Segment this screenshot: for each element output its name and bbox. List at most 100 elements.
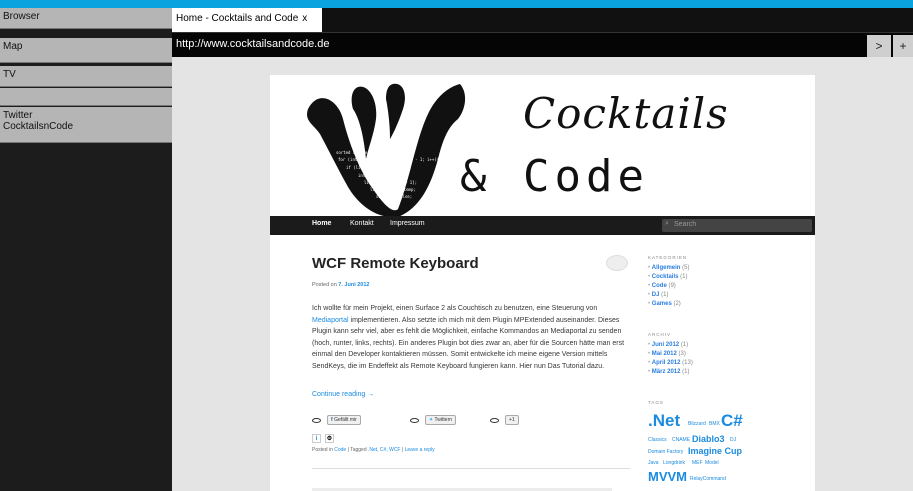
new-tab-button[interactable]: + bbox=[893, 35, 913, 57]
tab-strip: Home - Cocktails and Code x bbox=[172, 8, 913, 32]
tweet-button[interactable]: ✦ Twittern bbox=[425, 415, 457, 425]
post-title[interactable]: WCF Remote Keyboard bbox=[312, 255, 479, 272]
plusone-button[interactable]: +1 bbox=[505, 415, 519, 425]
sidebar-item-browser[interactable]: Browser bbox=[0, 8, 172, 29]
info-icon[interactable]: i bbox=[312, 434, 321, 443]
tag-link[interactable]: DJ bbox=[730, 437, 736, 443]
tag-link[interactable]: Classics bbox=[648, 437, 667, 443]
site-header[interactable]: sorted = true; for (int i = 0; i < list.… bbox=[270, 75, 815, 216]
body-text: Ich wollte für mein Projekt, einen Surfa… bbox=[312, 305, 598, 312]
facebook-like[interactable]: f Gefällt mir bbox=[312, 415, 361, 425]
archive-link[interactable]: Juni 2012 (1) bbox=[648, 342, 688, 348]
nav-home[interactable]: Home bbox=[312, 220, 331, 227]
tag-link[interactable]: RelayCommand bbox=[690, 476, 726, 482]
tag-link[interactable]: CNAME bbox=[672, 437, 690, 443]
category-link[interactable]: Code (9) bbox=[648, 283, 676, 289]
svg-text:sorted = false;: sorted = false; bbox=[376, 194, 412, 199]
tag-link[interactable]: Imagine Cup bbox=[688, 446, 742, 456]
url-field[interactable]: http://www.cocktailsandcode.de bbox=[176, 38, 329, 50]
archive-count: (3) bbox=[678, 351, 686, 357]
category-link[interactable]: Games (2) bbox=[648, 301, 681, 307]
eye-icon bbox=[490, 417, 499, 423]
category-name: DJ bbox=[651, 292, 660, 298]
svg-text:int temp = list[i];: int temp = list[i]; bbox=[358, 173, 404, 178]
body-text: implementieren. Also setzte ich mich mit… bbox=[312, 316, 625, 370]
twitter-share[interactable]: ✦ Twittern bbox=[410, 415, 457, 425]
category-name: Allgemein bbox=[651, 265, 681, 271]
eye-icon bbox=[312, 417, 321, 423]
category-link[interactable]: Cocktails (1) bbox=[648, 274, 688, 280]
close-tab-button[interactable]: x bbox=[302, 13, 307, 24]
search-placeholder: Search bbox=[674, 221, 697, 228]
archive-count: (13) bbox=[682, 360, 693, 366]
like-label: Gefällt mir bbox=[334, 417, 357, 423]
category-count: (2) bbox=[673, 301, 681, 307]
svg-text:list[i + 1] = temp;: list[i + 1] = temp; bbox=[370, 187, 416, 192]
sidebar-item-tv[interactable]: TV bbox=[0, 66, 172, 87]
posted-date-link[interactable]: 7. Juni 2012 bbox=[338, 282, 369, 288]
sidebar-item-label: TV bbox=[3, 69, 16, 80]
app-sidebar: Browser Map TV Twitter CocktailsnCode bbox=[0, 8, 172, 491]
category-name: Games bbox=[651, 301, 672, 307]
archive-link[interactable]: April 2012 (13) bbox=[648, 360, 693, 366]
category-link[interactable]: Allgemein (5) bbox=[648, 265, 690, 271]
tag-link[interactable]: Diablo3 bbox=[692, 434, 725, 444]
go-button[interactable]: > bbox=[867, 35, 891, 57]
continue-reading-link[interactable]: Continue reading → bbox=[312, 391, 374, 398]
tag-link[interactable]: Java bbox=[648, 460, 659, 466]
archive-link[interactable]: März 2012 (1) bbox=[648, 369, 690, 375]
like-button[interactable]: f Gefällt mir bbox=[327, 415, 361, 425]
site-nav: Home Kontakt Impressum ⌕ Search bbox=[270, 216, 815, 235]
gear-icon[interactable]: ⚙ bbox=[325, 434, 334, 443]
tag-link[interactable]: Blizzard bbox=[688, 421, 706, 427]
category-name: Cocktails bbox=[651, 274, 679, 280]
top-accent-bar bbox=[0, 0, 913, 8]
widget-title-tags: TAGS bbox=[648, 400, 664, 405]
meta-text: | Tagged bbox=[346, 447, 368, 453]
svg-text:list[i] = list[i + 1];: list[i] = list[i + 1]; bbox=[364, 180, 417, 185]
tag-link[interactable]: MVVM bbox=[648, 469, 687, 484]
tag-link[interactable]: .Net bbox=[648, 411, 680, 431]
category-count: (9) bbox=[668, 283, 676, 289]
web-viewport[interactable]: sorted = true; for (int i = 0; i < list.… bbox=[172, 57, 913, 491]
address-bar: http://www.cocktailsandcode.de > + bbox=[172, 32, 913, 57]
post-date: Posted on 7. Juni 2012 bbox=[312, 282, 369, 288]
tag-link[interactable]: C# bbox=[721, 411, 743, 431]
tab-home[interactable]: Home - Cocktails and Code x bbox=[172, 8, 322, 32]
archive-link[interactable]: Mai 2012 (3) bbox=[648, 351, 686, 357]
web-page: sorted = true; for (int i = 0; i < list.… bbox=[270, 75, 815, 491]
search-input[interactable]: ⌕ Search bbox=[662, 219, 812, 232]
tag-link[interactable]: BMX bbox=[709, 421, 720, 427]
archive-name: März 2012 bbox=[651, 369, 681, 375]
tag-link[interactable]: Domain Factory bbox=[648, 449, 683, 455]
archive-count: (1) bbox=[682, 369, 690, 375]
nav-impressum[interactable]: Impressum bbox=[390, 220, 425, 227]
meta-category-link[interactable]: Code bbox=[334, 447, 346, 453]
sidebar-item-twitter[interactable]: Twitter CocktailsnCode bbox=[0, 107, 172, 143]
svg-text:sorted = true;: sorted = true; bbox=[336, 150, 370, 155]
meta-tags-link[interactable]: .Net, C#, WCF bbox=[368, 447, 401, 453]
nav-kontakt[interactable]: Kontakt bbox=[350, 220, 374, 227]
archive-name: Juni 2012 bbox=[651, 342, 680, 348]
category-link[interactable]: DJ (1) bbox=[648, 292, 669, 298]
search-icon: ⌕ bbox=[665, 220, 669, 227]
tag-link[interactable]: Longdrink bbox=[663, 460, 685, 466]
archive-count: (1) bbox=[680, 342, 689, 348]
tweet-label: Twittern bbox=[434, 417, 453, 423]
archive-name: April 2012 bbox=[651, 360, 681, 366]
sidebar-item-label: Twitter CocktailsnCode bbox=[3, 110, 74, 132]
mediaportal-link[interactable]: Mediaportal bbox=[312, 317, 349, 324]
tag-link[interactable]: Model bbox=[705, 460, 719, 466]
tab-title: Home - Cocktails and Code bbox=[176, 13, 299, 24]
sidebar-item-map[interactable]: Map bbox=[0, 38, 172, 63]
sidebar-item-label: Browser bbox=[3, 11, 40, 22]
sidebar-item-empty[interactable] bbox=[0, 88, 172, 106]
tag-link[interactable]: MEF bbox=[692, 460, 703, 466]
site-title-line1: Cocktails bbox=[523, 89, 729, 138]
plusone-share[interactable]: +1 bbox=[490, 415, 519, 425]
leave-reply-link[interactable]: Leave a reply bbox=[405, 447, 435, 453]
comment-bubble-icon[interactable] bbox=[606, 255, 628, 271]
post-divider bbox=[312, 468, 630, 469]
svg-text:if (list[i] > list[i + 1]){: if (list[i] > list[i + 1]){ bbox=[346, 165, 411, 170]
widget-title-kategorien: KATEGORIEN bbox=[648, 255, 688, 260]
